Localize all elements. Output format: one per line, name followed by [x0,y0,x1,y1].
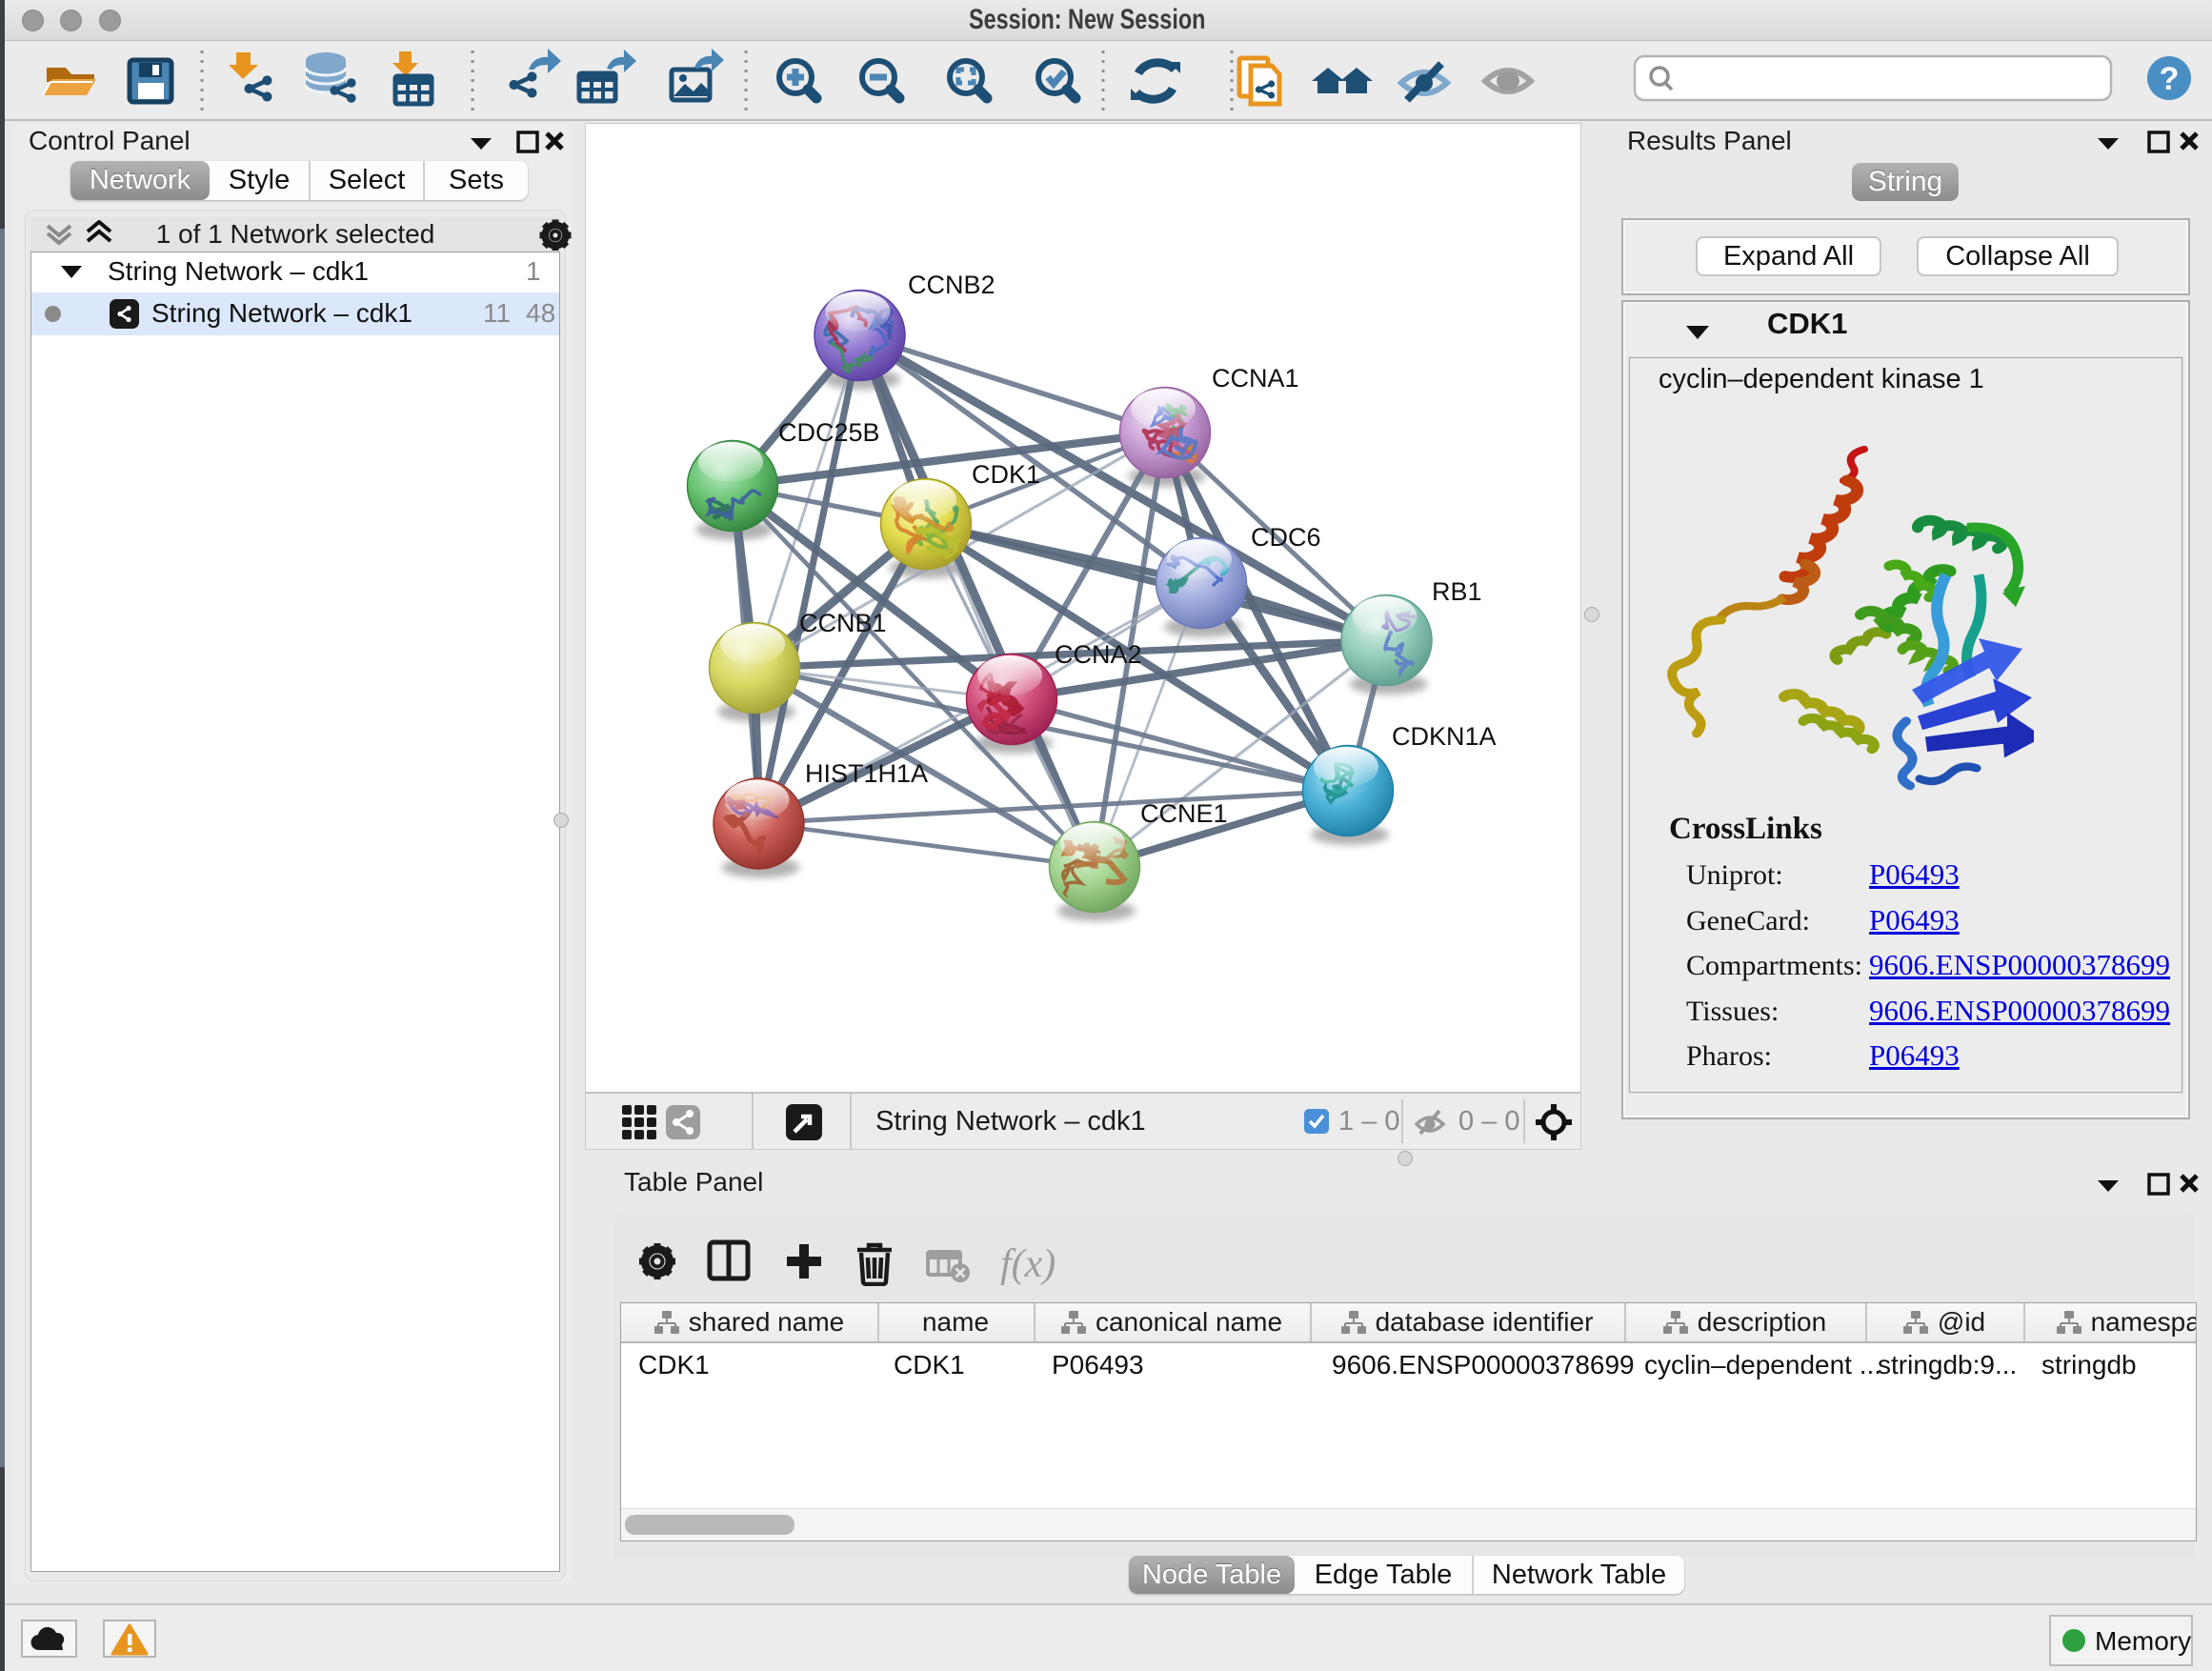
svg-text:CDKN1A: CDKN1A [1392,722,1497,751]
svg-text:CDC6: CDC6 [1251,523,1321,552]
svg-text:CCNE1: CCNE1 [1140,799,1228,828]
svg-text:HIST1H1A: HIST1H1A [805,759,928,788]
svg-text:CDK1: CDK1 [972,460,1040,489]
svg-text:CDC25B: CDC25B [778,418,880,447]
svg-text:CCNB2: CCNB2 [908,271,995,299]
svg-text:CCNB1: CCNB1 [799,609,887,637]
svg-text:?: ? [2160,61,2180,97]
svg-text:CCNA2: CCNA2 [1055,640,1142,669]
svg-text:RB1: RB1 [1432,577,1482,606]
svg-text:f(x): f(x) [1000,1242,1056,1286]
svg-text:CCNA1: CCNA1 [1212,364,1299,393]
